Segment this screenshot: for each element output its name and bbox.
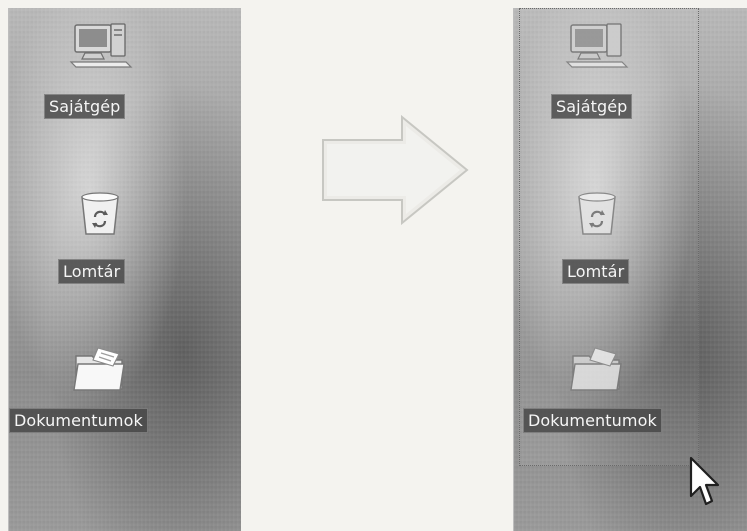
recycle-bin-icon[interactable] bbox=[561, 186, 633, 244]
desktop-icon-label-my-computer: Sajátgép bbox=[44, 94, 126, 119]
documents-folder-icon[interactable] bbox=[64, 340, 136, 398]
my-computer-icon[interactable] bbox=[64, 16, 136, 74]
desktop-panel-before: Sajátgép Lomtár Dokumentumok bbox=[8, 8, 241, 531]
mouse-pointer-icon bbox=[687, 456, 721, 510]
desktop-icon-label-documents: Dokumentumok bbox=[523, 408, 662, 433]
desktop-icon-label-documents: Dokumentumok bbox=[9, 408, 148, 433]
desktop-icon-label-recycle-bin: Lomtár bbox=[58, 259, 126, 284]
recycle-bin-icon[interactable] bbox=[64, 186, 136, 244]
desktop-icon-label-my-computer: Sajátgép bbox=[551, 94, 633, 119]
desktop-icon-label-recycle-bin: Lomtár bbox=[562, 259, 630, 284]
right-arrow-icon bbox=[321, 115, 471, 225]
my-computer-icon[interactable] bbox=[560, 16, 632, 74]
documents-folder-icon[interactable] bbox=[561, 340, 633, 398]
desktop-panel-after: Sajátgép Lomtár Dokumentumok bbox=[513, 8, 747, 531]
